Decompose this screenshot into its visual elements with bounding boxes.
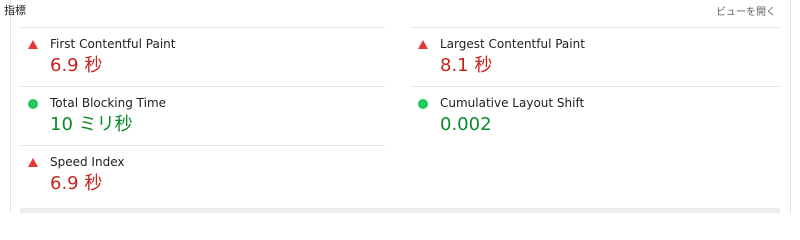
metric-speed-index: Speed Index 6.9 秒 [20,145,385,204]
metric-value: 8.1 秒 [440,55,493,76]
metrics-column-right: Largest Contentful Paint 8.1 秒 Cumulativ… [410,27,780,145]
metric-value: 6.9 秒 [50,173,103,194]
triangle-warning-icon [418,40,428,49]
metric-total-blocking-time: Total Blocking Time 10 ミリ秒 [20,86,385,145]
metric-value: 10 ミリ秒 [50,114,133,135]
metric-value: 6.9 秒 [50,55,103,76]
panel-left-border [10,0,11,213]
metric-first-contentful-paint: First Contentful Paint 6.9 秒 [20,27,385,86]
panel-right-border [790,0,791,213]
metric-label: Cumulative Layout Shift [440,96,585,110]
metric-value: 0.002 [440,114,492,135]
panel-bottom-bar [20,208,780,213]
green-circle-icon [28,99,38,109]
expand-view-toggle[interactable]: ビューを開く [716,6,776,20]
triangle-warning-icon [28,158,38,167]
metric-label: Speed Index [50,155,125,169]
metric-cumulative-layout-shift: Cumulative Layout Shift 0.002 [410,86,780,145]
metrics-panel: 指標 ビューを開く First Contentful Paint 6.9 秒 T… [0,0,800,213]
metric-label: Total Blocking Time [50,96,167,110]
metrics-heading: 指標 [4,4,26,17]
green-circle-icon [418,99,428,109]
metric-label: Largest Contentful Paint [440,37,585,51]
metrics-column-left: First Contentful Paint 6.9 秒 Total Block… [20,27,385,204]
metric-label: First Contentful Paint [50,37,176,51]
metric-largest-contentful-paint: Largest Contentful Paint 8.1 秒 [410,27,780,86]
triangle-warning-icon [28,40,38,49]
